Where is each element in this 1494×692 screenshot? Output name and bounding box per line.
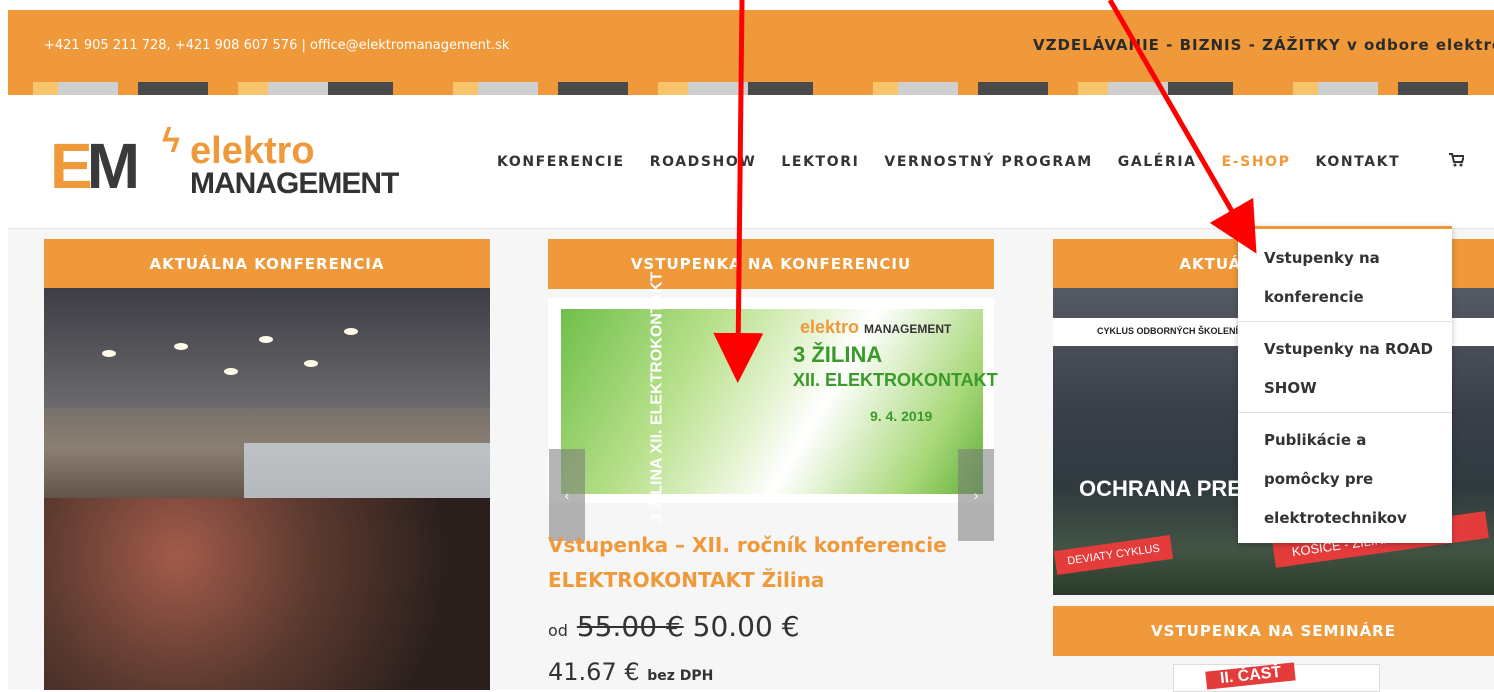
- annotation-arrow: [1107, 0, 1257, 254]
- annotation-arrows: [713, 0, 1257, 383]
- annotation-arrow: [713, 0, 764, 383]
